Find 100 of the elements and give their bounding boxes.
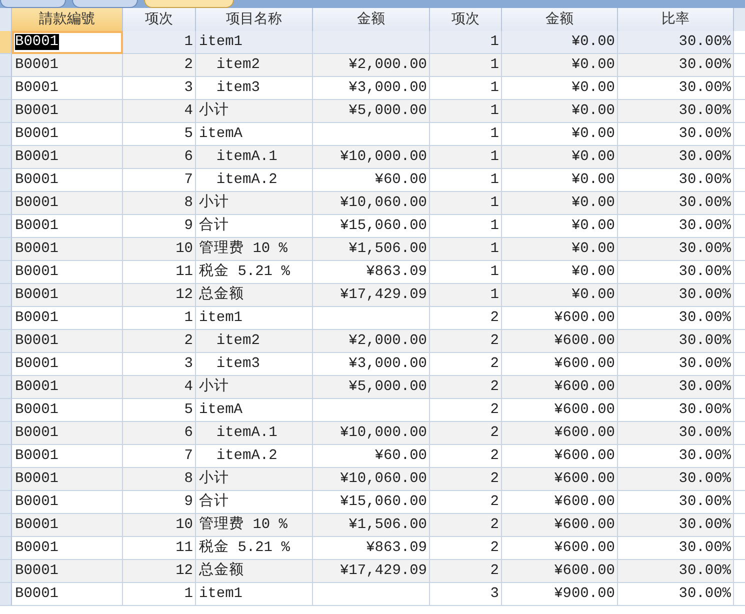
table-cell: B0001 (12, 169, 123, 192)
table-cell: B0001 (12, 77, 123, 100)
row-selector[interactable] (0, 537, 12, 560)
table-cell: 10 (123, 238, 196, 261)
row-selector[interactable] (0, 307, 12, 330)
row-selector[interactable] (0, 330, 12, 353)
table-cell: B0001 (12, 123, 123, 146)
row-selector[interactable] (0, 100, 12, 123)
table-cell: 合计 (196, 491, 313, 514)
table-cell: ¥0.00 (502, 123, 618, 146)
row-selector[interactable] (0, 422, 12, 445)
table-cell: ¥3,000.00 (313, 353, 430, 376)
row-selector[interactable] (0, 146, 12, 169)
column-header[interactable]: 比率 (618, 8, 734, 32)
row-selector[interactable] (0, 261, 12, 284)
table-cell: 2 (430, 537, 502, 560)
table-cell: 7 (123, 445, 196, 468)
row-selector[interactable] (0, 560, 12, 583)
table-cell: item2 (196, 54, 313, 77)
table-cell: 30.00% (618, 445, 734, 468)
table-cell: item1 (196, 31, 313, 54)
table-cell: B0001 (12, 468, 123, 491)
table-cell: itemA (196, 123, 313, 146)
table-cell: B0001 (12, 54, 123, 77)
table-cell: B0001 (12, 376, 123, 399)
table-cell: item1 (196, 307, 313, 330)
table-cell: 小计 (196, 100, 313, 123)
table-cell: 30.00% (618, 353, 734, 376)
table-cell: 税金 5.21 % (196, 537, 313, 560)
table-cell: 30.00% (618, 238, 734, 261)
row-selector[interactable] (0, 468, 12, 491)
row-selector[interactable] (0, 123, 12, 146)
table-cell: 1 (430, 284, 502, 307)
row-selector[interactable] (0, 353, 12, 376)
row-selector[interactable] (0, 376, 12, 399)
table-cell: 30.00% (618, 261, 734, 284)
table-cell: ¥600.00 (502, 330, 618, 353)
table-cell: ¥1,506.00 (313, 514, 430, 537)
table-cell: ¥0.00 (502, 146, 618, 169)
table-cell: ¥600.00 (502, 514, 618, 537)
row-selector[interactable] (0, 491, 12, 514)
table-cell: B0001 (12, 491, 123, 514)
table-cell: 合计 (196, 215, 313, 238)
table-cell: 1 (430, 123, 502, 146)
row-selector[interactable] (0, 399, 12, 422)
table-cell: 1 (430, 169, 502, 192)
row-selector[interactable] (0, 77, 12, 100)
row-selector[interactable] (0, 445, 12, 468)
table-cell: B0001 (12, 307, 123, 330)
row-selector[interactable] (0, 514, 12, 537)
table-cell: B0001 (12, 284, 123, 307)
table-cell: itemA (196, 399, 313, 422)
table-cell: ¥0.00 (502, 169, 618, 192)
table-cell: 3 (430, 583, 502, 606)
row-selector[interactable] (0, 192, 12, 215)
table-cell: 2 (430, 399, 502, 422)
column-header[interactable]: 项次 (123, 8, 196, 32)
table-cell: 总金额 (196, 560, 313, 583)
table-cell: 2 (430, 514, 502, 537)
table-cell: B0001 (12, 192, 123, 215)
table-cell: 管理费 10 % (196, 514, 313, 537)
column-header[interactable]: 项次 (430, 8, 502, 32)
table-cell: 5 (123, 123, 196, 146)
table-cell: 30.00% (618, 54, 734, 77)
table-cell: item3 (196, 77, 313, 100)
table-cell: ¥0.00 (502, 77, 618, 100)
table-cell: 3 (123, 353, 196, 376)
table-cell: 2 (430, 422, 502, 445)
table-cell: ¥600.00 (502, 399, 618, 422)
row-selector[interactable] (0, 54, 12, 77)
row-selector[interactable] (0, 215, 12, 238)
table-cell: 30.00% (618, 169, 734, 192)
row-selector[interactable] (0, 284, 12, 307)
column-header[interactable]: 金额 (502, 8, 618, 32)
table-cell: 30.00% (618, 491, 734, 514)
document-tab[interactable] (0, 0, 66, 8)
table-cell: 1 (430, 54, 502, 77)
row-selector[interactable] (0, 583, 12, 606)
table-cell: 4 (123, 376, 196, 399)
table-cell: 2 (430, 491, 502, 514)
row-selector[interactable] (0, 169, 12, 192)
table-cell: 12 (123, 284, 196, 307)
table-cell: 30.00% (618, 422, 734, 445)
table-cell: 1 (430, 192, 502, 215)
table-cell: 1 (430, 146, 502, 169)
table-cell: B0001 (12, 330, 123, 353)
table-cell: ¥10,000.00 (313, 422, 430, 445)
table-cell: ¥600.00 (502, 422, 618, 445)
column-header[interactable]: 金额 (313, 8, 430, 32)
cell-editor[interactable]: B0001 (12, 31, 123, 54)
row-selector[interactable] (0, 31, 12, 54)
row-selector[interactable] (0, 238, 12, 261)
table-cell: 30.00% (618, 192, 734, 215)
column-header[interactable]: 项目名称 (196, 8, 313, 32)
document-tab[interactable] (72, 0, 138, 8)
table-cell: itemA.1 (196, 146, 313, 169)
table-cell: 7 (123, 169, 196, 192)
table-cell: ¥600.00 (502, 560, 618, 583)
document-tab[interactable] (144, 0, 234, 8)
column-header[interactable]: 請款編號 (12, 8, 123, 32)
